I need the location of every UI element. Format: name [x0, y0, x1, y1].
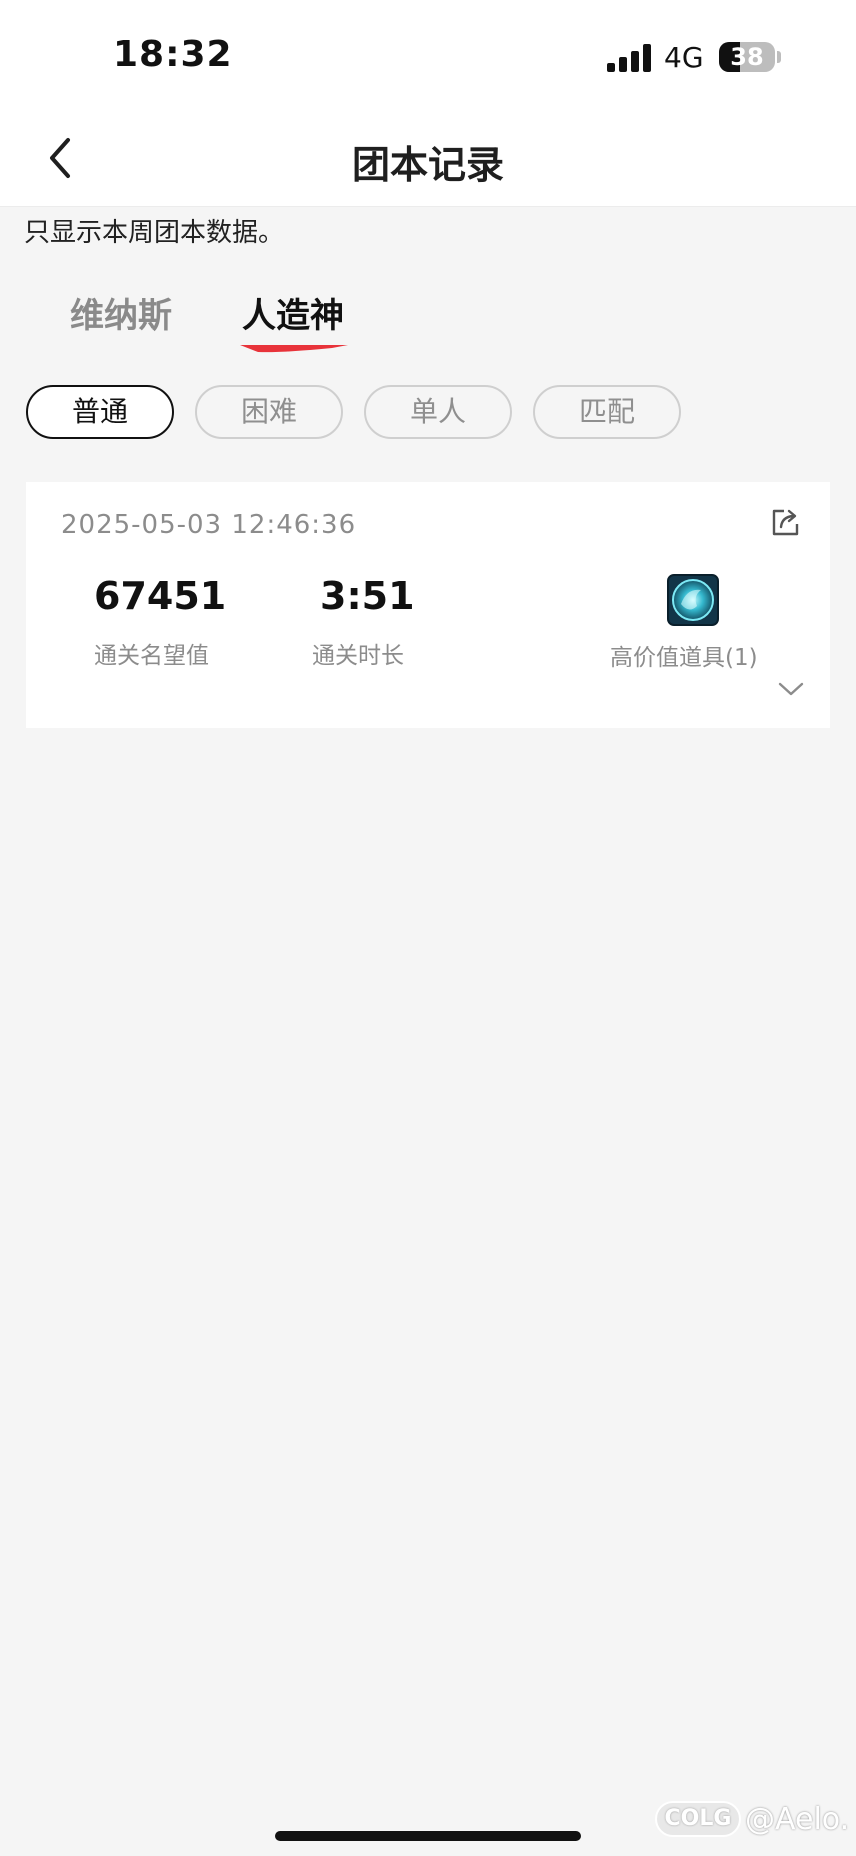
page-title: 团本记录 [351, 143, 504, 187]
battery-level: 38 [730, 43, 764, 71]
high-value-item-label: 高价值道具(1) [610, 645, 758, 671]
filter-hard[interactable]: 困难 [195, 385, 343, 439]
filter-matchmaking[interactable]: 匹配 [533, 385, 681, 439]
share-button[interactable] [770, 506, 802, 538]
network-type: 4G [664, 41, 704, 74]
duration-value: 3:51 [320, 574, 415, 618]
raid-record-card: 2025-05-03 12:46:36 67451 通关名望值 3:51 通关时… [26, 482, 830, 728]
weekly-notice: 只显示本周团本数据。 [24, 218, 285, 248]
tab-venus[interactable]: 维纳斯 [70, 288, 172, 337]
filter-normal[interactable]: 普通 [26, 385, 174, 439]
watermark: COLG @Aelo. [655, 1801, 849, 1837]
status-bar: 18:32 4G 38 [0, 0, 856, 110]
cellular-signal-icon [607, 44, 653, 72]
home-indicator [275, 1831, 581, 1841]
chevron-down-icon [778, 682, 804, 696]
battery-icon: 38 [719, 42, 775, 72]
expand-button[interactable] [776, 678, 806, 700]
record-datetime: 2025-05-03 12:46:36 [61, 510, 357, 540]
filter-solo[interactable]: 单人 [364, 385, 512, 439]
high-value-item-icon[interactable] [667, 574, 719, 626]
share-icon [772, 509, 799, 536]
active-tab-indicator [240, 345, 348, 353]
battery-cap [777, 51, 781, 63]
watermark-text: @Aelo. [745, 1802, 850, 1837]
reputation-label: 通关名望值 [94, 643, 209, 669]
reputation-value: 67451 [94, 574, 227, 618]
duration-label: 通关时长 [312, 643, 404, 669]
watermark-logo: COLG [655, 1801, 741, 1837]
nav-bar: 团本记录 [0, 110, 856, 207]
status-time: 18:32 [113, 34, 233, 75]
tab-artificial-god[interactable]: 人造神 [242, 288, 344, 337]
item-orb-icon [667, 574, 719, 626]
